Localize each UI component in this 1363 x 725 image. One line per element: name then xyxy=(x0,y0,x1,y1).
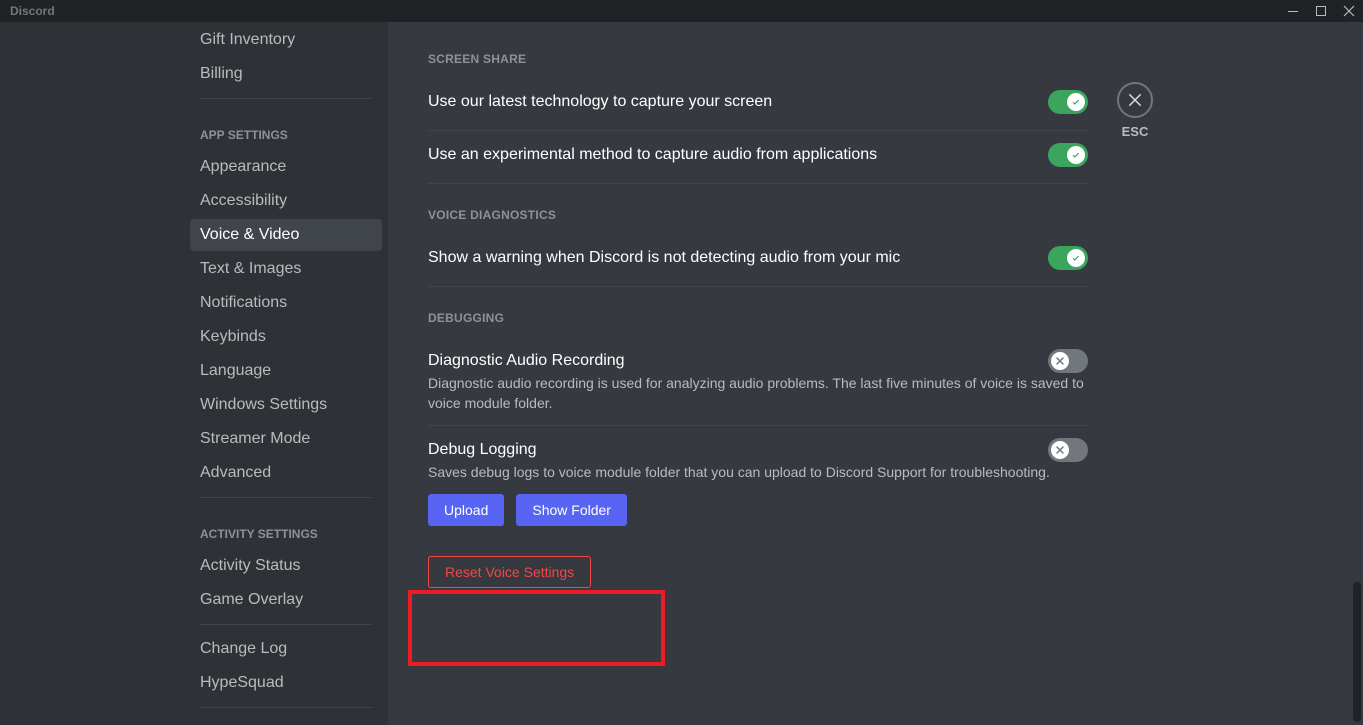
sidebar-item-language[interactable]: Language xyxy=(190,355,382,387)
check-icon xyxy=(1070,96,1082,108)
divider xyxy=(200,98,372,99)
divider xyxy=(200,707,372,708)
sidebar-item-notifications[interactable]: Notifications xyxy=(190,287,382,319)
sidebar-item-advanced[interactable]: Advanced xyxy=(190,457,382,489)
sidebar-header-app-settings: APP SETTINGS xyxy=(190,107,382,149)
close-settings-button[interactable] xyxy=(1117,82,1153,118)
reset-voice-settings-button[interactable]: Reset Voice Settings xyxy=(428,556,591,588)
close-icon xyxy=(1126,91,1144,109)
divider xyxy=(200,497,372,498)
toggle-latest-tech[interactable] xyxy=(1048,90,1088,114)
x-icon xyxy=(1054,444,1066,456)
sidebar-item-game-overlay[interactable]: Game Overlay xyxy=(190,584,382,616)
section-header-voice-diagnostics: VOICE DIAGNOSTICS xyxy=(428,208,1088,222)
upload-button[interactable]: Upload xyxy=(428,494,504,526)
setting-latest-tech-label: Use our latest technology to capture you… xyxy=(428,93,1048,111)
toggle-debug-logging[interactable] xyxy=(1048,438,1088,462)
sidebar-item-change-log[interactable]: Change Log xyxy=(190,633,382,665)
sidebar-item-windows-settings[interactable]: Windows Settings xyxy=(190,389,382,421)
sidebar-item-gift-inventory[interactable]: Gift Inventory xyxy=(190,24,382,56)
sidebar-item-text-images[interactable]: Text & Images xyxy=(190,253,382,285)
divider xyxy=(200,624,372,625)
toggle-experimental-audio[interactable] xyxy=(1048,143,1088,167)
close-window-button[interactable] xyxy=(1343,5,1355,17)
sidebar-item-streamer-mode[interactable]: Streamer Mode xyxy=(190,423,382,455)
app-name: Discord xyxy=(8,4,55,18)
settings-sidebar: Gift Inventory Billing APP SETTINGS Appe… xyxy=(170,22,388,725)
titlebar: Discord xyxy=(0,0,1363,22)
x-icon xyxy=(1054,355,1066,367)
maximize-button[interactable] xyxy=(1315,5,1327,17)
divider xyxy=(428,183,1088,184)
setting-debug-logging-label: Debug Logging xyxy=(428,441,1048,459)
setting-experimental-audio-label: Use an experimental method to capture au… xyxy=(428,146,1048,164)
esc-label: ESC xyxy=(1117,124,1153,139)
setting-diagnostic-recording-note: Diagnostic audio recording is used for a… xyxy=(428,373,1088,413)
sidebar-item-accessibility[interactable]: Accessibility xyxy=(190,185,382,217)
sidebar-item-hypesquad[interactable]: HypeSquad xyxy=(190,667,382,699)
sidebar-item-keybinds[interactable]: Keybinds xyxy=(190,321,382,353)
minimize-button[interactable] xyxy=(1287,5,1299,17)
sidebar-item-appearance[interactable]: Appearance xyxy=(190,151,382,183)
sidebar-item-activity-status[interactable]: Activity Status xyxy=(190,550,382,582)
sidebar-item-voice-video[interactable]: Voice & Video xyxy=(190,219,382,251)
show-folder-button[interactable]: Show Folder xyxy=(516,494,627,526)
toggle-mic-warning[interactable] xyxy=(1048,246,1088,270)
check-icon xyxy=(1070,149,1082,161)
sidebar-header-activity-settings: ACTIVITY SETTINGS xyxy=(190,506,382,548)
sidebar-item-logout[interactable]: Log Out xyxy=(190,716,382,725)
scrollbar-thumb[interactable] xyxy=(1353,582,1361,722)
setting-debug-logging-note: Saves debug logs to voice module folder … xyxy=(428,462,1088,482)
setting-mic-warning-label: Show a warning when Discord is not detec… xyxy=(428,249,1048,267)
setting-diagnostic-recording-label: Diagnostic Audio Recording xyxy=(428,352,1048,370)
section-header-screen-share: SCREEN SHARE xyxy=(428,52,1088,66)
section-header-debugging: DEBUGGING xyxy=(428,311,1088,325)
sidebar-item-billing[interactable]: Billing xyxy=(190,58,382,90)
check-icon xyxy=(1070,252,1082,264)
toggle-diagnostic-recording[interactable] xyxy=(1048,349,1088,373)
divider xyxy=(428,286,1088,287)
